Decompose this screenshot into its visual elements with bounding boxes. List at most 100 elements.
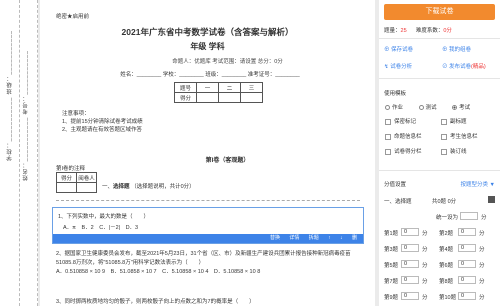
divider bbox=[379, 78, 500, 79]
score-table-col: 二 bbox=[218, 82, 241, 93]
score-cell bbox=[240, 92, 263, 103]
q-score-input[interactable]: 0 bbox=[401, 244, 419, 252]
score-table-label: 得分 bbox=[174, 92, 197, 103]
question-options: A．π B．2 C．|－2| D．3 bbox=[63, 225, 139, 231]
notice-item: 1、提前15分钟清除试卷考试成绩 bbox=[62, 119, 143, 125]
score-cell bbox=[218, 92, 241, 103]
side-panel: 下载试卷 题量：25 难度系数：0分 ⊕ 保存试卷 ⊕ 我的组卷 ↯ 试卷分析 … bbox=[379, 0, 500, 306]
paper-subtitle[interactable]: 年级 学科 bbox=[40, 41, 375, 52]
type-label: 一、选择题 bbox=[384, 199, 412, 205]
score-setting-title: 分值设置 bbox=[384, 182, 407, 188]
score-table-col: 三 bbox=[240, 82, 263, 93]
binding-school-class: 学校：___________ 班级：___________ bbox=[7, 30, 13, 161]
divider bbox=[379, 170, 500, 171]
checkbox-icon bbox=[385, 148, 391, 155]
type-row: 一、选择题 共0题 0分 bbox=[384, 196, 495, 205]
divider bbox=[379, 38, 500, 39]
notice-title: 注意事项： bbox=[62, 111, 90, 117]
q-score-input[interactable]: 0 bbox=[458, 260, 476, 268]
q-score-input[interactable]: 0 bbox=[458, 228, 476, 236]
views-value: 25 bbox=[400, 28, 407, 34]
move-down-icon[interactable]: ↓ bbox=[340, 235, 343, 241]
section-name: 选择题 bbox=[113, 184, 130, 190]
radio-exam[interactable]: 考试 bbox=[452, 105, 470, 111]
save-paper-link[interactable]: ⊕ 保存试卷 bbox=[384, 45, 413, 53]
page-root: 学校：___________ 班级：___________ 姓名：_______… bbox=[0, 0, 500, 306]
check-score[interactable]: 试卷得分栏 bbox=[385, 147, 422, 155]
check-secret[interactable]: 保密标记 bbox=[385, 117, 416, 125]
section-desc: （选择题说明，共计0分） bbox=[131, 184, 195, 190]
split-button[interactable]: 拆题 bbox=[309, 235, 319, 241]
radio-test[interactable]: 测试 bbox=[418, 105, 437, 111]
q-score-input[interactable]: 0 bbox=[401, 260, 419, 268]
part1-note: 第I卷的注释 bbox=[56, 166, 86, 172]
score-cell bbox=[196, 92, 219, 103]
q-score-input[interactable]: 0 bbox=[458, 276, 476, 284]
question-text: 1、下列实数中，最大的数是（ ） bbox=[58, 214, 150, 220]
uniform-input[interactable] bbox=[460, 212, 478, 220]
score-table-col: 一 bbox=[196, 82, 219, 93]
binding-line bbox=[19, 0, 20, 306]
type-total: 共0题 0分 bbox=[432, 199, 457, 205]
checkbox-icon bbox=[441, 118, 447, 125]
binding-name-id: 姓名：___________ 考号：___________ bbox=[23, 50, 29, 181]
grader-label: 得分 bbox=[56, 172, 77, 183]
question-toolbar: 替换 详情 拆题 ↑ ↓ 删 bbox=[53, 234, 363, 243]
checkbox-icon bbox=[441, 148, 447, 155]
q-score-input[interactable]: 0 bbox=[401, 276, 419, 284]
section-prefix: 一、 bbox=[102, 184, 114, 190]
my-papers-link[interactable]: ⊕ 我的组卷 bbox=[442, 45, 471, 53]
replace-button[interactable]: 替换 bbox=[270, 235, 280, 241]
notice: 注意事项： 1、提前15分钟清除试卷考试成绩 2、主观题请在有效答题区域作答 bbox=[62, 110, 143, 134]
score-value: 0分 bbox=[443, 28, 452, 34]
grader-cell bbox=[56, 182, 77, 193]
radio-homework[interactable]: 作业 bbox=[385, 105, 403, 111]
radio-icon bbox=[418, 105, 424, 111]
delete-type-icon[interactable] bbox=[488, 196, 495, 203]
grader-cell bbox=[76, 182, 97, 193]
student-info: 姓名：________ 学校：________ 班级：________ 准考证号… bbox=[120, 72, 300, 78]
q-score-input[interactable]: 0 bbox=[458, 244, 476, 252]
score-label: 难度系数： bbox=[415, 28, 444, 34]
template-title: 使用模板 bbox=[384, 91, 407, 97]
grader-label: 阅卷人 bbox=[76, 172, 97, 183]
question-3[interactable]: 3、同时掷两枚质地均匀的骰子，则两枚骰子向上的点数之和为7的概率是（ ） bbox=[56, 297, 255, 305]
detail-button[interactable]: 详情 bbox=[289, 235, 299, 241]
question-2[interactable]: 2、据国家卫生健康委员会发布，截至2021年5月23日，31个省（区、市）及新疆… bbox=[56, 250, 364, 277]
uniform-unit: 分 bbox=[481, 215, 487, 221]
check-subtitle[interactable]: 副标题 bbox=[441, 117, 467, 125]
template-radio-group: 作业 测试 考试 bbox=[385, 103, 470, 111]
radio-icon bbox=[452, 105, 458, 111]
notice-item: 2、主观题请在有效答题区域作答 bbox=[62, 127, 143, 133]
delete-icon[interactable]: 删 bbox=[352, 235, 357, 241]
question-1-selected[interactable]: 1、下列实数中，最大的数是（ ） A．π B．2 C．|－2| D．3 替换 详… bbox=[52, 207, 364, 244]
score-type-dropdown[interactable]: 按题型分类 ▼ bbox=[461, 180, 495, 188]
uniform-label: 统一设为 bbox=[436, 215, 459, 221]
section-heading: 一、选择题 （选择题说明，共计0分） bbox=[102, 182, 195, 190]
score-table-head: 题号 bbox=[174, 82, 197, 93]
check-binding[interactable]: 装订线 bbox=[441, 147, 467, 155]
publish-link[interactable]: ⊘ 发布试卷(精品) bbox=[442, 62, 486, 70]
paper-title[interactable]: 2021年广东省中考数学试卷（含答案与解析） bbox=[40, 26, 375, 38]
q-score-input[interactable]: 0 bbox=[401, 228, 419, 236]
check-meta[interactable]: 命题信息栏 bbox=[385, 132, 422, 140]
paper-meta: 命题人：优题库 考试范围：请设置 总分：0分 bbox=[172, 59, 283, 65]
grader-table: 得分 阅卷人 bbox=[56, 172, 97, 193]
q-score-input[interactable]: 0 bbox=[458, 292, 476, 300]
download-button[interactable]: 下载试卷 bbox=[384, 4, 495, 20]
check-student[interactable]: 考生信息栏 bbox=[441, 132, 478, 140]
move-up-icon[interactable]: ↑ bbox=[328, 235, 331, 241]
score-table: 题号 一 二 三 得分 bbox=[174, 82, 263, 103]
divider bbox=[56, 200, 360, 201]
question-text: 2、据国家卫生健康委员会发布，截至2021年5月23日，31个省（区、市）及新疆… bbox=[56, 251, 351, 266]
exam-paper: 绝密★启用前 2021年广东省中考数学试卷（含答案与解析） 年级 学科 命题人：… bbox=[40, 0, 375, 306]
checkbox-icon bbox=[385, 133, 391, 140]
analysis-link[interactable]: ↯ 试卷分析 bbox=[384, 62, 412, 70]
radio-icon bbox=[385, 105, 390, 111]
q-score-input[interactable]: 0 bbox=[401, 292, 419, 300]
checkbox-icon bbox=[385, 118, 391, 125]
score-setting-head: 分值设置 按题型分类 ▼ bbox=[384, 180, 495, 188]
question-options: A．0.510858 × 10 9 B．51.0858 × 10 7 C．5.1… bbox=[56, 269, 261, 275]
checkbox-icon bbox=[441, 133, 447, 140]
paper-stats: 题量：25 难度系数：0分 bbox=[384, 26, 452, 34]
